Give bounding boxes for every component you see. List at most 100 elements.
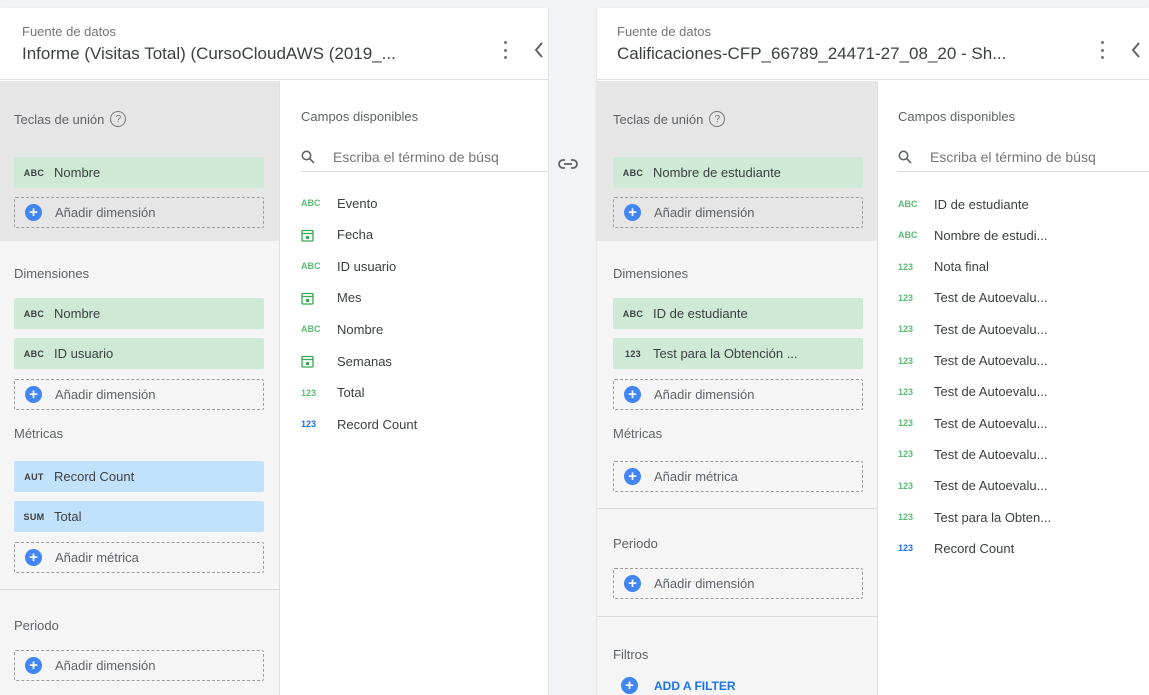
field-label: ID de estudiante [934, 196, 1029, 212]
text-type-icon: ABC [301, 261, 321, 272]
field-item[interactable]: ABC ID de estudiante [898, 194, 1029, 214]
metric-label: Total [54, 509, 82, 524]
data-source-name[interactable]: Calificaciones-CFP_66789_24471-27_08_20 … [617, 44, 1006, 64]
field-item[interactable]: 123 Test de Autoevalu... [898, 413, 1047, 433]
field-item[interactable]: ABC ID usuario [301, 256, 396, 276]
add-icon: + [621, 677, 638, 694]
metric-label: Record Count [54, 469, 135, 484]
add-period-dimension-button[interactable]: + Añadir dimensión [613, 568, 863, 599]
add-dimension-label: Añadir dimensión [654, 576, 755, 591]
field-item[interactable]: ABC Nombre [301, 319, 383, 339]
add-dimension-label: Añadir dimensión [55, 205, 156, 220]
help-icon[interactable]: ? [709, 111, 726, 127]
field-label: Fecha [337, 227, 374, 243]
search-input[interactable] [333, 148, 543, 165]
add-metric-button[interactable]: + Añadir métrica [14, 542, 264, 573]
field-label: Nombre de estudi... [934, 227, 1048, 243]
field-item[interactable]: 123 Record Count [301, 414, 417, 434]
field-item[interactable]: 123 Test de Autoevalu... [898, 382, 1047, 402]
join-keys-title: Teclas de unión ? [14, 111, 127, 127]
period-title: Periodo [613, 536, 658, 551]
field-item[interactable]: 123 Nota final [898, 257, 989, 277]
metrics-title: Métricas [14, 426, 64, 441]
left-panel-header: Fuente de datos Informe (Visitas Total) … [0, 8, 548, 80]
add-icon: + [25, 657, 42, 674]
dimension-chip[interactable]: 123 Test para la Obtención ... [613, 338, 863, 369]
add-dimension-button[interactable]: + Añadir dimensión [613, 197, 863, 228]
chevron-left-icon[interactable] [532, 40, 546, 60]
dimensions-title: Dimensiones [14, 266, 90, 281]
join-key-chip[interactable]: ABC Nombre de estudiante [613, 157, 863, 188]
field-item[interactable]: 123 Test de Autoevalu... [898, 476, 1047, 496]
metric-chip[interactable]: SUM Total [14, 501, 264, 532]
add-icon: + [624, 386, 641, 403]
add-icon: + [624, 575, 641, 592]
text-type-icon: ABC [23, 167, 45, 178]
field-label: Nombre [337, 321, 384, 337]
data-source-name[interactable]: Informe (Visitas Total) (CursoCloudAWS (… [22, 44, 396, 64]
dimension-chip[interactable]: ABC Nombre [14, 298, 264, 329]
field-item[interactable]: 123 Test de Autoevalu... [898, 319, 1047, 339]
data-source-label: Fuente de datos [22, 24, 116, 39]
dimension-chip[interactable]: ABC ID de estudiante [613, 298, 863, 329]
field-item[interactable]: 123 Test para la Obten... [898, 507, 1051, 527]
help-icon[interactable]: ? [110, 111, 127, 127]
field-label: ID usuario [337, 258, 397, 274]
filters-title: Filtros [613, 647, 649, 662]
left-config-column: Teclas de unión ? ABC Nombre + Añadir di… [0, 81, 280, 695]
metrics-title: Métricas [613, 426, 663, 441]
join-keys-section: Teclas de unión ? ABC Nombre de estudian… [597, 81, 877, 241]
number-type-icon: 123 [898, 418, 914, 429]
calendar-icon [301, 354, 337, 368]
right-data-source-panel: Fuente de datos Calificaciones-CFP_66789… [597, 8, 1149, 695]
field-item[interactable]: Fecha [301, 225, 373, 245]
section-divider [0, 589, 279, 590]
field-search [898, 142, 1149, 172]
dimension-chip[interactable]: ABC ID usuario [14, 338, 264, 369]
aggregation-type-icon: SUM [23, 511, 45, 522]
field-label: Semanas [337, 353, 392, 369]
search-input[interactable] [930, 148, 1140, 165]
metric-chip[interactable]: AUT Record Count [14, 461, 264, 492]
join-key-label: Nombre [54, 165, 101, 180]
number-type-icon: 123 [898, 292, 914, 303]
dimension-label: Nombre [54, 306, 101, 321]
chevron-left-icon[interactable] [1129, 40, 1143, 60]
field-label: Test de Autoevalu... [934, 478, 1048, 494]
add-dimension-button[interactable]: + Añadir dimensión [14, 197, 264, 228]
add-metric-button[interactable]: + Añadir métrica [613, 461, 863, 492]
field-item[interactable]: 123 Total [301, 383, 364, 403]
add-period-dimension-button[interactable]: + Añadir dimensión [14, 650, 264, 681]
field-label: Nota final [934, 259, 989, 275]
search-icon [898, 150, 912, 164]
add-dimension-button[interactable]: + Añadir dimensión [14, 379, 264, 410]
field-item[interactable]: ABC Evento [301, 193, 377, 213]
field-item[interactable]: Mes [301, 288, 362, 308]
number-type-icon: 123 [625, 348, 641, 359]
add-filter-button[interactable]: + ADD A FILTER [613, 677, 736, 694]
join-key-label: Nombre de estudiante [653, 165, 781, 180]
field-item[interactable]: 123 Test de Autoevalu... [898, 351, 1047, 371]
field-item[interactable]: ABC Nombre de estudi... [898, 225, 1047, 245]
add-icon: + [25, 204, 42, 221]
right-panel-header: Fuente de datos Calificaciones-CFP_66789… [597, 8, 1149, 80]
link-icon[interactable] [556, 152, 580, 176]
more-options-icon[interactable] [1095, 38, 1109, 62]
join-key-chip[interactable]: ABC Nombre [14, 157, 264, 188]
add-icon: + [624, 204, 641, 221]
right-config-column: Teclas de unión ? ABC Nombre de estudian… [597, 81, 878, 695]
field-label: Record Count [934, 540, 1015, 556]
text-type-icon: ABC [23, 348, 45, 359]
field-label: Test para la Obten... [934, 509, 1052, 525]
data-source-label: Fuente de datos [617, 24, 711, 39]
text-type-icon: ABC [898, 230, 918, 241]
dimensions-title: Dimensiones [613, 266, 689, 281]
field-item[interactable]: 123 Record Count [898, 538, 1014, 558]
add-dimension-button[interactable]: + Añadir dimensión [613, 379, 863, 410]
field-item[interactable]: 123 Test de Autoevalu... [898, 288, 1047, 308]
field-item[interactable]: 123 Test de Autoevalu... [898, 444, 1047, 464]
field-item[interactable]: Semanas [301, 351, 392, 371]
number-type-icon: 123 [301, 387, 317, 398]
more-options-icon[interactable] [498, 38, 512, 62]
number-type-icon: 123 [898, 512, 914, 522]
